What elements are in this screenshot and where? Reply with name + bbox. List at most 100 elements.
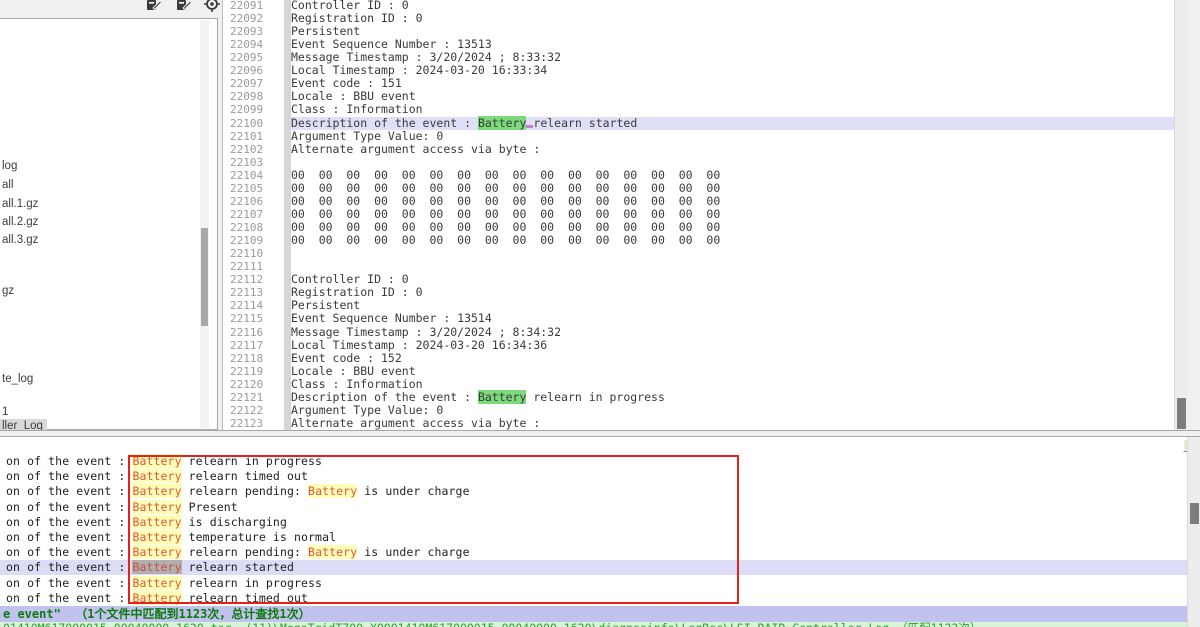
- search-result-row[interactable]: on of the event : Battery relearn in pro…: [0, 454, 1187, 469]
- results-scrollbar[interactable]: [1187, 437, 1200, 627]
- text-segment: is discharging: [182, 515, 287, 529]
- log-line: Locale : BBU event: [291, 90, 1187, 103]
- text-segment: Description of the event :: [291, 116, 478, 130]
- log-line: Event code : 152: [291, 352, 1187, 365]
- file-tree-panel: logallall.1.gzall.2.gzall.3.gzgzte_log1l…: [0, 18, 218, 430]
- editor-scrollbar[interactable]: [1174, 0, 1187, 431]
- line-number: 22121: [230, 391, 280, 404]
- log-line: Registration ID : 0: [291, 286, 1187, 299]
- match-highlight: Battery: [132, 530, 181, 544]
- search-result-row[interactable]: on of the event : Battery relearn in pro…: [0, 576, 1187, 591]
- results-scrollbar-thumb[interactable]: [1190, 503, 1199, 524]
- line-number: 22106: [230, 195, 280, 208]
- log-line: Local Timestamp : 2024-03-20 16:34:36: [291, 339, 1187, 352]
- search-result-row[interactable]: on of the event : Battery relearn timed …: [0, 591, 1187, 606]
- match-highlight: Battery: [132, 454, 181, 468]
- text-segment: Event code : 152: [291, 351, 402, 365]
- log-line: Alternate argument access via byte :: [291, 417, 1187, 430]
- file-tree-scrollbar[interactable]: [200, 20, 209, 428]
- text-segment: Registration ID : 0: [291, 285, 423, 299]
- search-file-entry[interactable]: 01410M617000015-00040000-1620.tar (11)\M…: [0, 622, 1187, 627]
- line-number: 22099: [230, 103, 280, 116]
- text-segment: Argument Type Value: 0: [291, 129, 443, 143]
- text-segment: 00 00 00 00 00 00 00 00 00 00 00 00 00 0…: [291, 220, 720, 234]
- line-number: 22105: [230, 182, 280, 195]
- search-result-row[interactable]: on of the event : Battery is discharging: [0, 515, 1187, 530]
- text-segment: Message Timestamp : 3/20/2024 ; 8:33:32: [291, 50, 561, 64]
- line-number: 22092: [230, 12, 280, 25]
- search-result-row[interactable]: on of the event : Battery relearn pendin…: [0, 484, 1187, 499]
- text-segment: Locale : BBU event: [291, 89, 416, 103]
- text-segment: Event Sequence Number : 13514: [291, 311, 492, 325]
- log-editor[interactable]: 22091Controller ID : 022092Registration …: [222, 0, 1187, 431]
- match-highlight: Battery: [132, 484, 181, 498]
- text-segment: relearn in progress: [182, 576, 322, 590]
- match-highlight: Battery: [478, 390, 526, 404]
- text-segment: Argument Type Value: 0: [291, 403, 443, 417]
- text-segment: on of the event :: [6, 454, 132, 468]
- line-number: 22116: [230, 326, 280, 339]
- tree-item-te-log[interactable]: te_log: [2, 372, 33, 386]
- tree-item-all-2-gz[interactable]: all.2.gz: [2, 215, 38, 229]
- tree-item-gz[interactable]: gz: [2, 284, 14, 298]
- match-highlight: Battery: [132, 545, 181, 559]
- match-highlight: Battery: [132, 591, 181, 605]
- export-log-2-icon[interactable]: [176, 0, 192, 12]
- tree-item-1[interactable]: 1: [2, 405, 8, 419]
- tree-item-all-3-gz[interactable]: all.3.gz: [2, 233, 38, 247]
- line-number: 22103: [230, 156, 280, 169]
- line-number: 22120: [230, 378, 280, 391]
- text-segment: relearn pending:: [182, 484, 308, 498]
- text-segment: on of the event :: [6, 530, 132, 544]
- tree-item-all[interactable]: all: [2, 178, 14, 192]
- export-log-icon[interactable]: [146, 0, 162, 12]
- text-segment: Message Timestamp : 3/20/2024 ; 8:34:32: [291, 325, 561, 339]
- text-segment: temperature is normal: [182, 530, 337, 544]
- text-segment: Event Sequence Number : 13513: [291, 37, 492, 51]
- line-number: 22108: [230, 221, 280, 234]
- text-segment: 00 00 00 00 00 00 00 00 00 00 00 00 00 0…: [291, 207, 720, 221]
- search-result-row[interactable]: on of the event : Battery relearn pendin…: [0, 545, 1187, 560]
- editor-scrollbar-thumb[interactable]: [1177, 398, 1186, 429]
- search-result-row[interactable]: on of the event : Battery relearn timed …: [0, 469, 1187, 484]
- search-summary: e event" （1个文件中匹配到1123次，总计查找1次）: [0, 606, 1187, 622]
- search-result-row[interactable]: on of the event : Battery relearn starte…: [0, 560, 1187, 575]
- text-segment: Class : Information: [291, 102, 423, 116]
- log-line: [291, 247, 1187, 260]
- text-segment: on of the event :: [6, 576, 132, 590]
- line-number: 22122: [230, 404, 280, 417]
- line-number: 22114: [230, 299, 280, 312]
- target-icon[interactable]: [204, 0, 220, 12]
- text-segment: Local Timestamp : 2024-03-20 16:33:34: [291, 63, 547, 77]
- text-segment: Present: [182, 500, 238, 514]
- text-segment: is under charge: [357, 484, 469, 498]
- text-segment: Persistent: [291, 298, 360, 312]
- log-line: Controller ID : 0: [291, 0, 1187, 12]
- line-number: 22110: [230, 247, 280, 260]
- text-segment: Registration ID : 0: [291, 11, 423, 25]
- text-segment: 00 00 00 00 00 00 00 00 00 00 00 00 00 0…: [291, 194, 720, 208]
- tree-item-all-1-gz[interactable]: all.1.gz: [2, 197, 38, 211]
- line-number: 22119: [230, 365, 280, 378]
- line-number: 22096: [230, 64, 280, 77]
- search-result-row[interactable]: on of the event : Battery Present: [0, 500, 1187, 515]
- text-segment: Description of the event :: [291, 390, 478, 404]
- text-segment: relearn timed out: [182, 469, 308, 483]
- line-number: 22117: [230, 339, 280, 352]
- log-line: Local Timestamp : 2024-03-20 16:33:34: [291, 64, 1187, 77]
- log-line: Locale : BBU event: [291, 365, 1187, 378]
- tree-item-log[interactable]: log: [2, 159, 17, 173]
- file-tree-scrollbar-thumb[interactable]: [201, 228, 208, 326]
- log-line: 00 00 00 00 00 00 00 00 00 00 00 00 00 0…: [291, 234, 1187, 247]
- text-segment: relearn started: [533, 116, 637, 130]
- text-segment: is under charge: [357, 545, 469, 559]
- text-segment: relearn timed out: [182, 591, 308, 605]
- text-segment: on of the event :: [6, 591, 132, 605]
- panel-splitter[interactable]: [0, 430, 1200, 437]
- match-highlight: Battery: [132, 576, 181, 590]
- line-number: 22104: [230, 169, 280, 182]
- text-segment: Locale : BBU event: [291, 364, 416, 378]
- text-segment: 00 00 00 00 00 00 00 00 00 00 00 00 00 0…: [291, 168, 720, 182]
- search-result-row[interactable]: on of the event : Battery temperature is…: [0, 530, 1187, 545]
- text-segment: relearn in progress: [182, 454, 322, 468]
